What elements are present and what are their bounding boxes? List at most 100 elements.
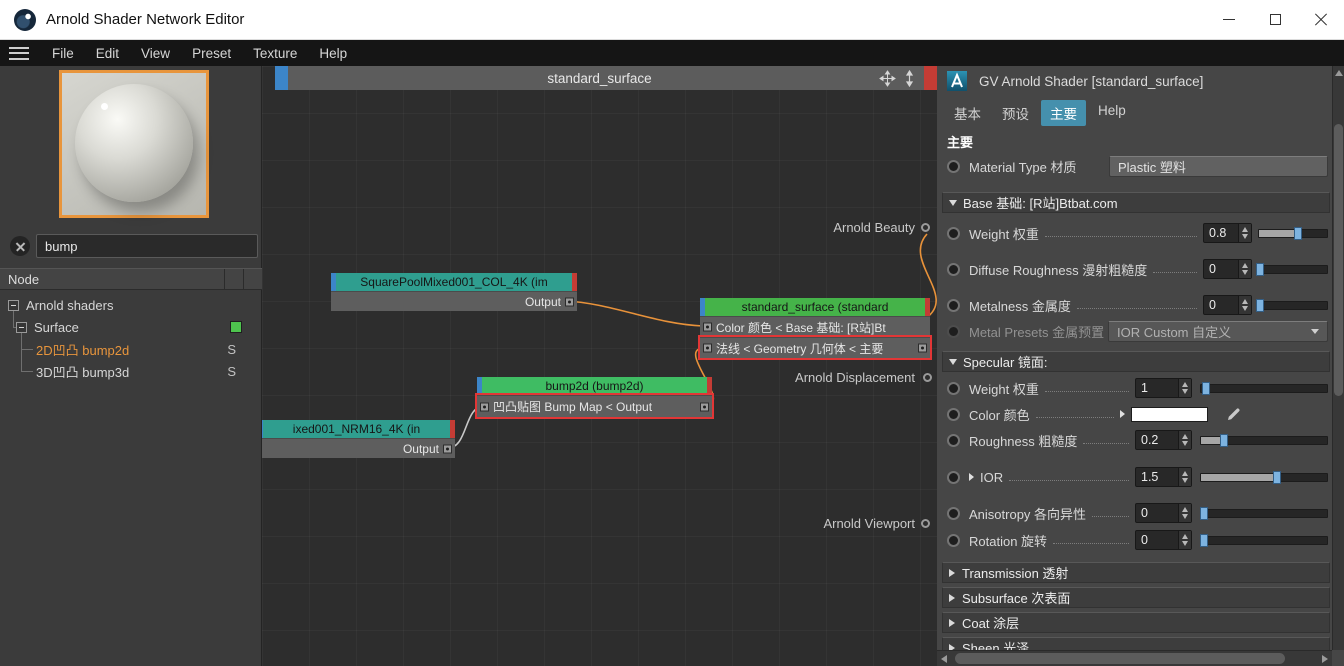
menu-view[interactable]: View xyxy=(130,40,181,66)
fit-vertical-icon[interactable] xyxy=(901,69,918,87)
specular-weight-slider[interactable] xyxy=(1200,381,1328,395)
spinner-arrows-icon[interactable] xyxy=(1238,224,1251,242)
scroll-up-arrow[interactable] xyxy=(1335,70,1343,76)
specular-roughness-field[interactable]: 0.2 xyxy=(1135,430,1192,450)
vertical-scrollbar-thumb[interactable] xyxy=(1334,124,1343,396)
menu-edit[interactable]: Edit xyxy=(85,40,130,66)
node-color-texture[interactable]: SquarePoolMixed001_COL_4K (im Output xyxy=(331,273,577,311)
node-row-normal-input[interactable]: 法线 < Geometry 几何体 < 主要 xyxy=(698,335,932,360)
node-header[interactable]: standard_surface (standard xyxy=(700,298,930,316)
anim-dot[interactable] xyxy=(947,506,960,520)
search-input[interactable] xyxy=(36,234,258,258)
diffuse-roughness-slider[interactable] xyxy=(1256,262,1328,276)
diffuse-roughness-field[interactable]: 0 xyxy=(1203,259,1252,279)
hamburger-menu-icon[interactable] xyxy=(9,46,29,60)
tab-presets[interactable]: 预设 xyxy=(993,100,1038,126)
eyedropper-icon[interactable] xyxy=(1226,406,1242,422)
scroll-right-arrow[interactable] xyxy=(1322,655,1328,663)
wire-color-to-surface[interactable] xyxy=(564,300,704,327)
input-port[interactable] xyxy=(480,402,489,411)
chevron-right-icon[interactable] xyxy=(969,473,974,481)
section-base[interactable]: Base 基础: [R站]Btbat.com xyxy=(942,192,1330,213)
output-port[interactable] xyxy=(443,444,452,453)
spinner-arrows-icon[interactable] xyxy=(1178,504,1191,522)
tree-item-surface[interactable]: Surface xyxy=(0,316,262,338)
collapse-icon[interactable] xyxy=(16,321,27,333)
anim-dot[interactable] xyxy=(947,433,960,447)
pan-icon[interactable] xyxy=(879,69,896,87)
spinner-arrows-icon[interactable] xyxy=(1238,260,1251,278)
vertical-scrollbar[interactable] xyxy=(1332,66,1344,650)
minimize-button[interactable] xyxy=(1206,0,1252,39)
node-standard-surface[interactable]: standard_surface (standard Color 颜色 < Ba… xyxy=(698,298,932,360)
slider-handle[interactable] xyxy=(1219,433,1228,447)
anim-dot[interactable] xyxy=(947,324,960,338)
ior-field[interactable]: 1.5 xyxy=(1135,467,1192,487)
anim-dot[interactable] xyxy=(947,381,960,395)
tab-main[interactable]: 主要 xyxy=(1041,100,1086,126)
anim-dot[interactable] xyxy=(947,298,960,312)
node-row-output[interactable]: Output xyxy=(262,438,455,458)
collapse-icon[interactable] xyxy=(8,299,19,311)
specular-color-swatch[interactable] xyxy=(1131,406,1208,422)
material-type-dropdown[interactable]: Plastic 塑料 xyxy=(1109,155,1328,177)
maximize-button[interactable] xyxy=(1252,0,1298,39)
surface-color-swatch[interactable] xyxy=(230,321,242,333)
spinner-arrows-icon[interactable] xyxy=(1178,431,1191,449)
anim-dot[interactable] xyxy=(947,262,960,276)
input-port[interactable] xyxy=(703,343,712,353)
menu-file[interactable]: File xyxy=(41,40,85,66)
rotation-slider[interactable] xyxy=(1199,533,1328,547)
metalness-slider[interactable] xyxy=(1256,298,1328,312)
slider-handle[interactable] xyxy=(1199,506,1208,520)
anim-dot[interactable] xyxy=(947,407,960,421)
base-weight-field[interactable]: 0.8 xyxy=(1203,223,1252,243)
menu-help[interactable]: Help xyxy=(308,40,358,66)
input-port[interactable] xyxy=(703,322,712,332)
spinner-arrows-icon[interactable] xyxy=(1178,531,1191,549)
anim-dot[interactable] xyxy=(947,159,960,173)
section-coat[interactable]: Coat 涂层 xyxy=(942,612,1330,633)
horizontal-scrollbar[interactable] xyxy=(937,650,1332,666)
anim-dot[interactable] xyxy=(947,533,960,547)
slider-handle[interactable] xyxy=(1256,262,1265,276)
menu-preset[interactable]: Preset xyxy=(181,40,242,66)
tree-item-arnold-shaders[interactable]: Arnold shaders xyxy=(0,294,262,316)
node-bump2d[interactable]: bump2d (bump2d) 凹凸贴图 Bump Map < Output xyxy=(475,377,714,419)
tab-help[interactable]: Help xyxy=(1089,100,1135,126)
tree-item-bump3d[interactable]: 3D凹凸 bump3d S xyxy=(0,360,262,382)
specular-weight-field[interactable]: 1 xyxy=(1135,378,1192,398)
ior-slider[interactable] xyxy=(1200,470,1328,484)
tab-basic[interactable]: 基本 xyxy=(945,100,990,126)
anim-dot[interactable] xyxy=(947,470,960,484)
slider-handle[interactable] xyxy=(1202,381,1211,395)
material-preview[interactable] xyxy=(59,70,209,218)
specular-roughness-slider[interactable] xyxy=(1200,433,1328,447)
node-row-bumpmap[interactable]: 凹凸贴图 Bump Map < Output xyxy=(475,393,714,419)
menu-texture[interactable]: Texture xyxy=(242,40,308,66)
rotation-field[interactable]: 0 xyxy=(1135,530,1192,550)
base-weight-slider[interactable] xyxy=(1258,226,1328,240)
node-header[interactable]: bump2d (bump2d) xyxy=(477,377,712,395)
slider-handle[interactable] xyxy=(1199,533,1208,547)
scroll-left-arrow[interactable] xyxy=(941,655,947,663)
node-header[interactable]: ixed001_NRM16_4K (in xyxy=(262,420,455,438)
tree-item-bump2d[interactable]: 2D凹凸 bump2d S xyxy=(0,338,262,360)
node-row-output[interactable]: Output xyxy=(331,291,577,311)
anisotropy-slider[interactable] xyxy=(1199,506,1328,520)
slider-handle[interactable] xyxy=(1256,298,1265,312)
node-normal-texture[interactable]: ixed001_NRM16_4K (in Output xyxy=(262,420,455,458)
output-port[interactable] xyxy=(918,343,927,353)
slider-handle[interactable] xyxy=(1272,470,1281,484)
node-graph-canvas[interactable]: standard_surface Arnold Beauty Arnold Di… xyxy=(262,66,937,666)
section-specular[interactable]: Specular 镜面: xyxy=(942,351,1330,372)
spinner-arrows-icon[interactable] xyxy=(1238,296,1251,314)
node-row-color-input[interactable]: Color 颜色 < Base 基础: [R站]Bt xyxy=(700,316,930,337)
anim-dot[interactable] xyxy=(947,226,960,240)
anisotropy-field[interactable]: 0 xyxy=(1135,503,1192,523)
slider-handle[interactable] xyxy=(1294,226,1303,240)
node-header[interactable]: SquarePoolMixed001_COL_4K (im xyxy=(331,273,577,291)
spinner-arrows-icon[interactable] xyxy=(1178,379,1191,397)
section-subsurface[interactable]: Subsurface 次表面 xyxy=(942,587,1330,608)
close-button[interactable] xyxy=(1298,0,1344,39)
